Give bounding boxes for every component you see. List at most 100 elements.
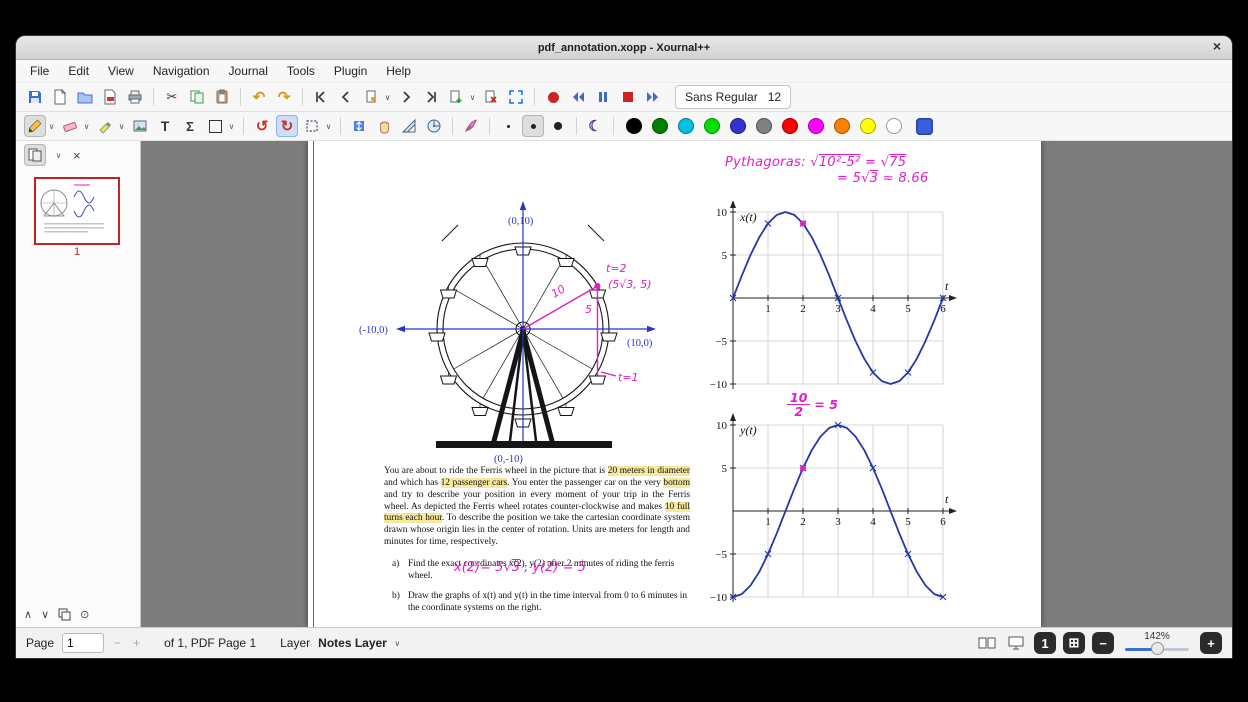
menu-navigation[interactable]: Navigation <box>151 63 212 79</box>
menu-journal[interactable]: Journal <box>227 63 270 79</box>
color-swatch-blue[interactable] <box>730 118 746 134</box>
color-swatch-black[interactable] <box>626 118 642 134</box>
thickness-thick-button[interactable] <box>547 115 569 137</box>
page-decrement-button[interactable]: − <box>112 636 123 650</box>
pen-tool-button[interactable] <box>24 115 46 137</box>
shapes-tool-button[interactable] <box>204 115 226 137</box>
insert-image-button[interactable] <box>129 115 151 137</box>
page-thumbnail[interactable] <box>34 177 120 245</box>
open-button[interactable] <box>74 86 96 108</box>
paired-pages-button[interactable] <box>976 632 998 654</box>
chevron-down-icon[interactable]: ∨ <box>47 122 56 131</box>
square-icon <box>208 119 222 133</box>
color-swatch-white[interactable] <box>886 118 902 134</box>
rewind-audio-button[interactable] <box>567 86 589 108</box>
cut-button[interactable]: ✂ <box>161 86 183 108</box>
pause-audio-button[interactable] <box>592 86 614 108</box>
print-button[interactable] <box>124 86 146 108</box>
redo-button[interactable]: ↷ <box>273 86 295 108</box>
duplicate-page-button[interactable] <box>58 608 71 621</box>
zoom-slider[interactable] <box>1125 641 1189 656</box>
menu-tools[interactable]: Tools <box>285 63 317 79</box>
select-region-button[interactable] <box>301 115 323 137</box>
chevron-down-icon[interactable]: ∨ <box>117 122 126 131</box>
color-swatch-gray[interactable] <box>756 118 772 134</box>
hand-tool-button[interactable] <box>373 115 395 137</box>
fine-dot-icon <box>506 124 510 128</box>
statusbar: Page − + of 1, PDF Page 1 Layer Notes La… <box>16 627 1232 658</box>
previous-page-button[interactable] <box>335 86 357 108</box>
paste-button[interactable] <box>211 86 233 108</box>
menu-plugin[interactable]: Plugin <box>332 63 369 79</box>
snap-grid-button[interactable]: ↻ <box>276 115 298 137</box>
menu-edit[interactable]: Edit <box>66 63 91 79</box>
color-swatch-light-green[interactable] <box>704 118 720 134</box>
color-picker-button[interactable] <box>916 117 933 135</box>
stop-audio-button[interactable] <box>617 86 639 108</box>
zoom-out-button[interactable]: − <box>1092 632 1114 654</box>
menu-help[interactable]: Help <box>384 63 413 79</box>
new-page-button[interactable] <box>445 86 467 108</box>
menu-file[interactable]: File <box>28 63 51 79</box>
thickness-fine-button[interactable] <box>497 115 519 137</box>
canvas[interactable]: (0,10) (-10,0) (10,0) (0,-10) 10 5 t=2 (… <box>141 141 1232 627</box>
snap-rotation-button[interactable]: ↺ <box>251 115 273 137</box>
copy-button[interactable] <box>186 86 208 108</box>
chevron-down-icon[interactable]: ∨ <box>227 122 236 131</box>
chevron-down-icon[interactable]: ∨ <box>468 93 477 102</box>
presentation-button[interactable] <box>1005 632 1027 654</box>
ruler-tool-button[interactable] <box>398 115 420 137</box>
chevron-down-icon[interactable]: ∨ <box>324 122 333 131</box>
svg-text:t: t <box>945 492 949 506</box>
vertical-space-button[interactable] <box>348 115 370 137</box>
eraser-tool-button[interactable] <box>59 115 81 137</box>
sidebar-close-button[interactable]: × <box>73 148 81 163</box>
menu-view[interactable]: View <box>106 63 136 79</box>
zoom-in-button[interactable]: + <box>1200 632 1222 654</box>
chevron-down-icon[interactable]: ∨ <box>393 639 402 648</box>
undo-button[interactable]: ↶ <box>248 86 270 108</box>
thickness-medium-button[interactable] <box>522 115 544 137</box>
document-page[interactable]: (0,10) (-10,0) (10,0) (0,-10) 10 5 t=2 (… <box>308 141 1041 627</box>
color-swatch-yellow[interactable] <box>860 118 876 134</box>
compass-tool-button[interactable] <box>423 115 445 137</box>
text-tool-button[interactable]: T <box>154 115 176 137</box>
chevron-down-icon[interactable]: ∨ <box>383 93 392 102</box>
first-page-button[interactable] <box>310 86 332 108</box>
window-close-button[interactable]: × <box>1213 39 1221 53</box>
focus-page-button[interactable]: ⊙ <box>80 608 89 621</box>
page-number-input[interactable] <box>62 633 105 653</box>
export-pdf-button[interactable] <box>99 86 121 108</box>
goto-annotated-page-button[interactable] <box>360 86 382 108</box>
font-selector-button[interactable]: Sans Regular 12 <box>675 85 792 109</box>
last-page-button[interactable] <box>420 86 442 108</box>
page-increment-button[interactable]: + <box>131 636 142 650</box>
fullscreen-button[interactable] <box>505 86 527 108</box>
math-tex-button[interactable]: Σ <box>179 115 201 137</box>
slider-handle[interactable] <box>1151 641 1164 655</box>
color-swatch-light-blue[interactable] <box>678 118 694 134</box>
new-file-button[interactable] <box>49 86 71 108</box>
scroll-down-button[interactable]: ∨ <box>41 608 49 621</box>
forward-audio-button[interactable] <box>642 86 664 108</box>
zoom-fit-button[interactable]: ⊞ <box>1063 632 1085 654</box>
chevron-down-icon[interactable]: ∨ <box>54 151 63 160</box>
delete-page-button[interactable] <box>480 86 502 108</box>
color-swatch-red[interactable] <box>782 118 798 134</box>
record-audio-button[interactable] <box>542 86 564 108</box>
save-button[interactable] <box>24 86 46 108</box>
highlighter-tool-button[interactable] <box>94 115 116 137</box>
zoom-100-button[interactable]: 1 <box>1034 632 1056 654</box>
scroll-up-button[interactable]: ∧ <box>24 608 32 621</box>
layer-selector[interactable]: Notes Layer <box>318 636 387 650</box>
t2-point-label: (5√3, 5) <box>608 278 652 291</box>
color-swatch-orange[interactable] <box>834 118 850 134</box>
color-swatch-green[interactable] <box>652 118 668 134</box>
color-swatch-magenta[interactable] <box>808 118 824 134</box>
shape-recognizer-button[interactable] <box>460 115 482 137</box>
fill-button[interactable]: ☾ <box>584 115 606 137</box>
chevron-down-icon[interactable]: ∨ <box>82 122 91 131</box>
next-page-button[interactable] <box>395 86 417 108</box>
preview-pane-button[interactable] <box>24 144 46 166</box>
presentation-icon <box>1008 636 1024 650</box>
